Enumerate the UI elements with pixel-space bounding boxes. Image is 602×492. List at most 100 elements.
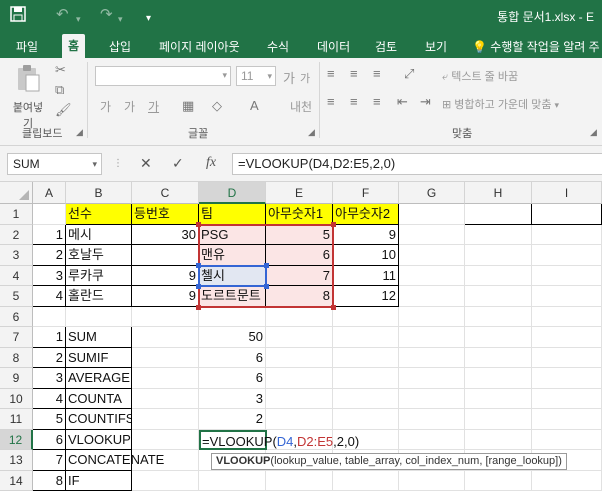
grid-cell[interactable] (399, 204, 465, 225)
tab-view[interactable]: 보기 (419, 36, 453, 58)
cell-b3[interactable]: 호날두 (66, 245, 132, 266)
cell-d2[interactable]: PSG (199, 224, 266, 245)
cell-e5[interactable]: 8 (266, 286, 333, 307)
paste-button[interactable]: 붙여넣기 (8, 64, 48, 131)
grid-cell[interactable] (266, 388, 333, 409)
column-header-d[interactable]: D (199, 182, 266, 204)
cell-c1[interactable]: 등번호 (132, 204, 199, 225)
cell-h1[interactable] (465, 204, 532, 225)
select-all-corner[interactable] (0, 182, 33, 204)
row-header-13[interactable]: 13 (0, 450, 33, 471)
grow-font-button[interactable]: 가 (283, 68, 295, 87)
cell-c5[interactable]: 9 (132, 286, 199, 307)
cell-a3[interactable]: 2 (33, 245, 66, 266)
grid-cell[interactable] (532, 429, 602, 450)
range-handle[interactable] (331, 304, 336, 310)
cell-a7[interactable]: 1 (33, 327, 66, 348)
fill-color-icon[interactable]: ◇ (212, 98, 222, 114)
grid-cell[interactable] (465, 347, 532, 368)
tab-data[interactable]: 데이터 (311, 36, 356, 58)
row-header-9[interactable]: 9 (0, 368, 33, 389)
grid-cell[interactable] (399, 429, 465, 450)
grid-cell[interactable] (532, 368, 602, 389)
grid-cell[interactable] (399, 388, 465, 409)
cell-d4[interactable]: 첼시 (199, 265, 266, 286)
undo-icon[interactable]: ↶ (56, 6, 69, 24)
cell-e4[interactable]: 7 (266, 265, 333, 286)
grid-cell[interactable] (199, 470, 266, 491)
tab-home[interactable]: 홈 (62, 34, 86, 58)
insert-function-icon[interactable]: fx (206, 155, 216, 171)
grid-cell[interactable] (532, 347, 602, 368)
wrap-text-button[interactable]: ⤶ 텍스트 줄 바꿈 (442, 68, 518, 84)
cell-b14[interactable]: IF (66, 470, 132, 491)
grid-cell[interactable] (532, 388, 602, 409)
range-handle[interactable] (196, 284, 201, 289)
cell-d8[interactable]: 6 (199, 347, 266, 368)
cell-f1[interactable]: 아무숫자2 (333, 204, 399, 225)
row-header-4[interactable]: 4 (0, 265, 33, 286)
grid-cell[interactable] (399, 286, 465, 307)
align-right-icon[interactable]: ≡ (373, 94, 381, 110)
cell-f5[interactable]: 12 (333, 286, 399, 307)
grid-cell[interactable] (266, 306, 333, 327)
grid-cell[interactable] (532, 306, 602, 327)
name-box[interactable]: SUM ▾ (7, 153, 102, 175)
row-header-2[interactable]: 2 (0, 224, 33, 245)
cell-d12-editing[interactable]: =VLOOKUP(D4,D2:E5,2,0) (199, 429, 359, 450)
chevron-down-icon[interactable]: ▾ (92, 154, 97, 174)
cell-a5[interactable]: 4 (33, 286, 66, 307)
align-bottom-icon[interactable]: ≡ (373, 66, 381, 82)
grid-cell[interactable] (399, 327, 465, 348)
grid-cell[interactable] (333, 347, 399, 368)
cell-f3[interactable]: 10 (333, 245, 399, 266)
grid-cell[interactable] (532, 470, 602, 491)
grid-cell[interactable] (132, 388, 199, 409)
grid-cell[interactable] (33, 204, 66, 225)
cell-d9[interactable]: 6 (199, 368, 266, 389)
row-header-14[interactable]: 14 (0, 470, 33, 491)
cell-a14[interactable]: 8 (33, 470, 66, 491)
range-handle[interactable] (264, 262, 269, 268)
grid-cell[interactable] (199, 306, 266, 327)
phonetic-button[interactable]: 내천 (290, 98, 312, 115)
grid-cell[interactable] (333, 327, 399, 348)
grid-cell[interactable] (266, 347, 333, 368)
grid-cell[interactable] (399, 245, 465, 266)
font-color-icon[interactable]: A (250, 98, 259, 114)
grid-cell[interactable] (399, 470, 465, 491)
range-handle[interactable] (196, 262, 201, 268)
grid-cell[interactable] (399, 368, 465, 389)
cancel-icon[interactable]: ✕ (140, 155, 152, 171)
grid-cell[interactable] (132, 409, 199, 430)
cell-b9[interactable]: AVERAGE (66, 368, 132, 389)
cell-b1[interactable]: 선수 (66, 204, 132, 225)
column-header-c[interactable]: C (132, 182, 199, 204)
cell-c3[interactable] (132, 245, 199, 266)
cell-a4[interactable]: 3 (33, 265, 66, 286)
cell-f2[interactable]: 9 (333, 224, 399, 245)
cell-e3[interactable]: 6 (266, 245, 333, 266)
grid-cell[interactable] (465, 368, 532, 389)
grid-cell[interactable] (132, 306, 199, 327)
cell-b10[interactable]: COUNTA (66, 388, 132, 409)
tab-formulas[interactable]: 수식 (261, 36, 295, 58)
copy-icon[interactable]: ⧉ (55, 82, 64, 98)
grid-cell[interactable] (465, 429, 532, 450)
grid-cell[interactable] (33, 306, 66, 327)
save-icon[interactable] (10, 6, 26, 27)
merge-center-button[interactable]: ⊞ 병합하고 가운데 맞춤 ▾ (442, 96, 559, 112)
function-tooltip[interactable]: VLOOKUP(lookup_value, table_array, col_i… (211, 453, 567, 470)
grid-cell[interactable] (399, 347, 465, 368)
align-center-icon[interactable]: ≡ (350, 94, 358, 110)
shrink-font-button[interactable]: 가 (300, 70, 310, 86)
cell-b2[interactable]: 메시 (66, 224, 132, 245)
grid-cell[interactable] (132, 347, 199, 368)
cell-a9[interactable]: 3 (33, 368, 66, 389)
cell-e1[interactable]: 아무숫자1 (266, 204, 333, 225)
grid-cell[interactable] (532, 286, 602, 307)
grid-cell[interactable] (465, 409, 532, 430)
tab-page-layout[interactable]: 페이지 레이아웃 (153, 36, 246, 58)
font-size-box[interactable]: 11 ▾ (236, 66, 276, 86)
cell-a10[interactable]: 4 (33, 388, 66, 409)
